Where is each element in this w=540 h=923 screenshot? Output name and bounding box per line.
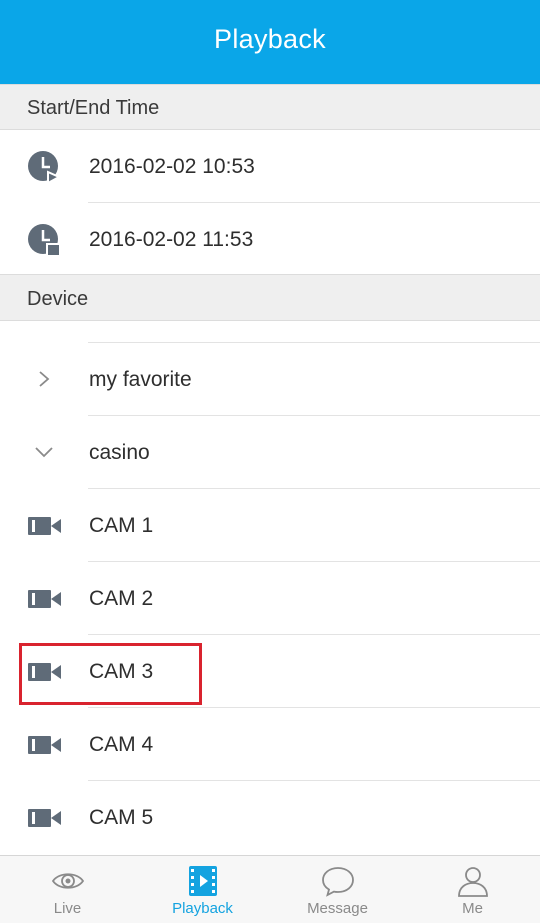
- camera-label: CAM 1: [89, 514, 154, 537]
- camera-row-cam-5[interactable]: CAM 5: [0, 781, 540, 854]
- end-time-value: 2016-02-02 11:53: [89, 228, 254, 251]
- tab-label: Playback: [172, 900, 233, 917]
- video-camera-icon: [28, 736, 61, 754]
- end-time-row[interactable]: 2016-02-02 11:53: [0, 203, 540, 276]
- camera-row-cam-2[interactable]: CAM 2: [0, 562, 540, 635]
- clock-stop-icon: [28, 224, 61, 257]
- group-label: my favorite: [89, 368, 192, 391]
- chevron-down-icon: [35, 447, 53, 458]
- speech-bubble-icon: [321, 867, 354, 897]
- section-label-time: Start/End Time: [27, 97, 160, 119]
- tab-playback[interactable]: Playback: [135, 856, 270, 923]
- video-camera-icon: [28, 663, 61, 681]
- section-header-time: Start/End Time: [0, 84, 540, 130]
- camera-row-cam-4[interactable]: CAM 4: [0, 708, 540, 781]
- tab-live[interactable]: Live: [0, 856, 135, 923]
- tab-message[interactable]: Message: [270, 856, 405, 923]
- video-camera-icon: [28, 590, 61, 608]
- start-time-row[interactable]: 2016-02-02 10:53: [0, 130, 540, 203]
- tab-label: Message: [307, 900, 368, 917]
- chevron-right-icon: [39, 371, 50, 387]
- camera-label: CAM 2: [89, 587, 154, 610]
- video-camera-icon: [28, 517, 61, 535]
- tab-label: Me: [462, 900, 483, 917]
- group-row-my-favorite[interactable]: my favorite: [0, 343, 540, 416]
- section-header-device: Device: [0, 274, 540, 321]
- group-label: casino: [89, 441, 150, 464]
- camera-label: CAM 4: [89, 733, 154, 756]
- group-row-casino[interactable]: casino: [0, 416, 540, 489]
- eye-icon: [51, 873, 84, 889]
- person-icon: [457, 867, 488, 897]
- video-camera-icon: [28, 809, 61, 827]
- start-time-value: 2016-02-02 10:53: [89, 155, 255, 178]
- playback-icon: [188, 866, 217, 896]
- camera-row-cam-1[interactable]: CAM 1: [0, 489, 540, 562]
- bottom-tab-bar: Live Playback Message Me: [0, 855, 540, 923]
- device-list-spacer: [0, 321, 540, 343]
- camera-label: CAM 3: [89, 660, 154, 683]
- section-label-device: Device: [27, 288, 89, 310]
- page-title: Playback: [214, 24, 326, 54]
- camera-label: CAM 5: [89, 806, 154, 829]
- clock-play-icon: [28, 151, 61, 184]
- top-app-bar: Playback: [0, 0, 540, 84]
- tab-label: Live: [53, 900, 82, 917]
- camera-row-cam-3[interactable]: CAM 3: [0, 635, 540, 708]
- tab-me[interactable]: Me: [405, 856, 540, 923]
